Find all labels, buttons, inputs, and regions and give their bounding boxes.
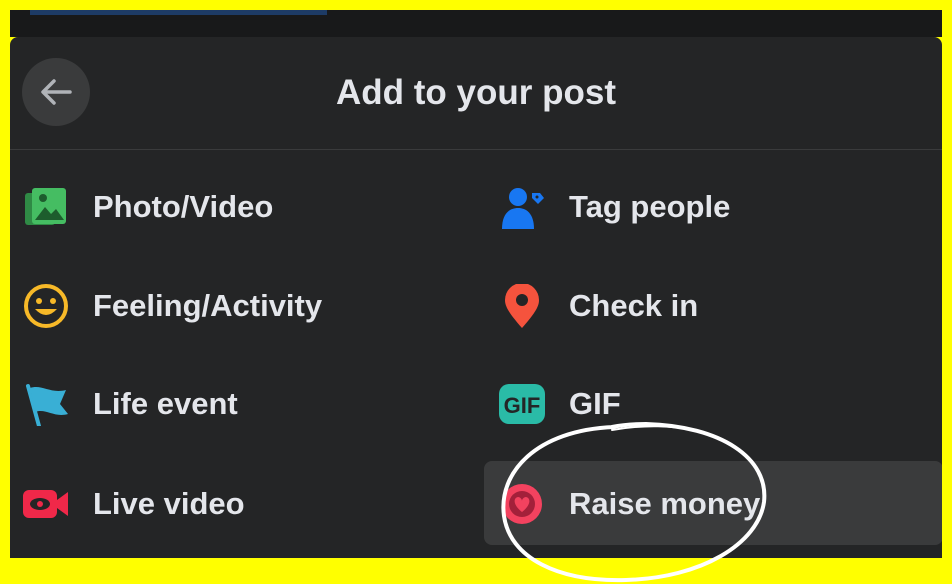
background-strip (10, 10, 942, 37)
option-life-event[interactable]: Life event (12, 361, 471, 445)
dialog-title: Add to your post (336, 73, 616, 112)
live-video-icon (23, 490, 68, 518)
option-photo-video[interactable]: Photo/Video (12, 164, 471, 248)
option-live-video[interactable]: Live video (12, 461, 471, 545)
tag-people-icon (502, 188, 544, 229)
option-label: Tag people (569, 189, 731, 224)
option-label: Feeling/Activity (93, 288, 323, 323)
location-pin-icon (505, 284, 539, 328)
dialog-header: Add to your post (10, 37, 942, 150)
option-gif[interactable]: GIF GIF (488, 361, 942, 445)
option-label: Life event (93, 386, 238, 421)
option-check-in[interactable]: Check in (488, 263, 942, 347)
option-raise-money[interactable]: Raise money (484, 461, 942, 545)
feeling-icon (24, 284, 68, 328)
background-bar (30, 10, 327, 15)
option-tag-people[interactable]: Tag people (488, 164, 942, 248)
gif-icon: GIF (499, 384, 545, 424)
add-to-post-dialog: Add to your post Photo/Video Tag people … (10, 37, 942, 558)
option-label: Photo/Video (93, 189, 274, 224)
gif-icon-text: GIF (504, 393, 541, 418)
option-label: Live video (93, 486, 245, 521)
raise-money-icon (502, 484, 542, 524)
option-feeling-activity[interactable]: Feeling/Activity (12, 263, 471, 347)
option-label: Check in (569, 288, 699, 323)
photo-video-icon (25, 188, 66, 225)
option-label: GIF (569, 386, 621, 421)
flag-icon (26, 384, 68, 426)
option-label: Raise money (569, 486, 761, 521)
